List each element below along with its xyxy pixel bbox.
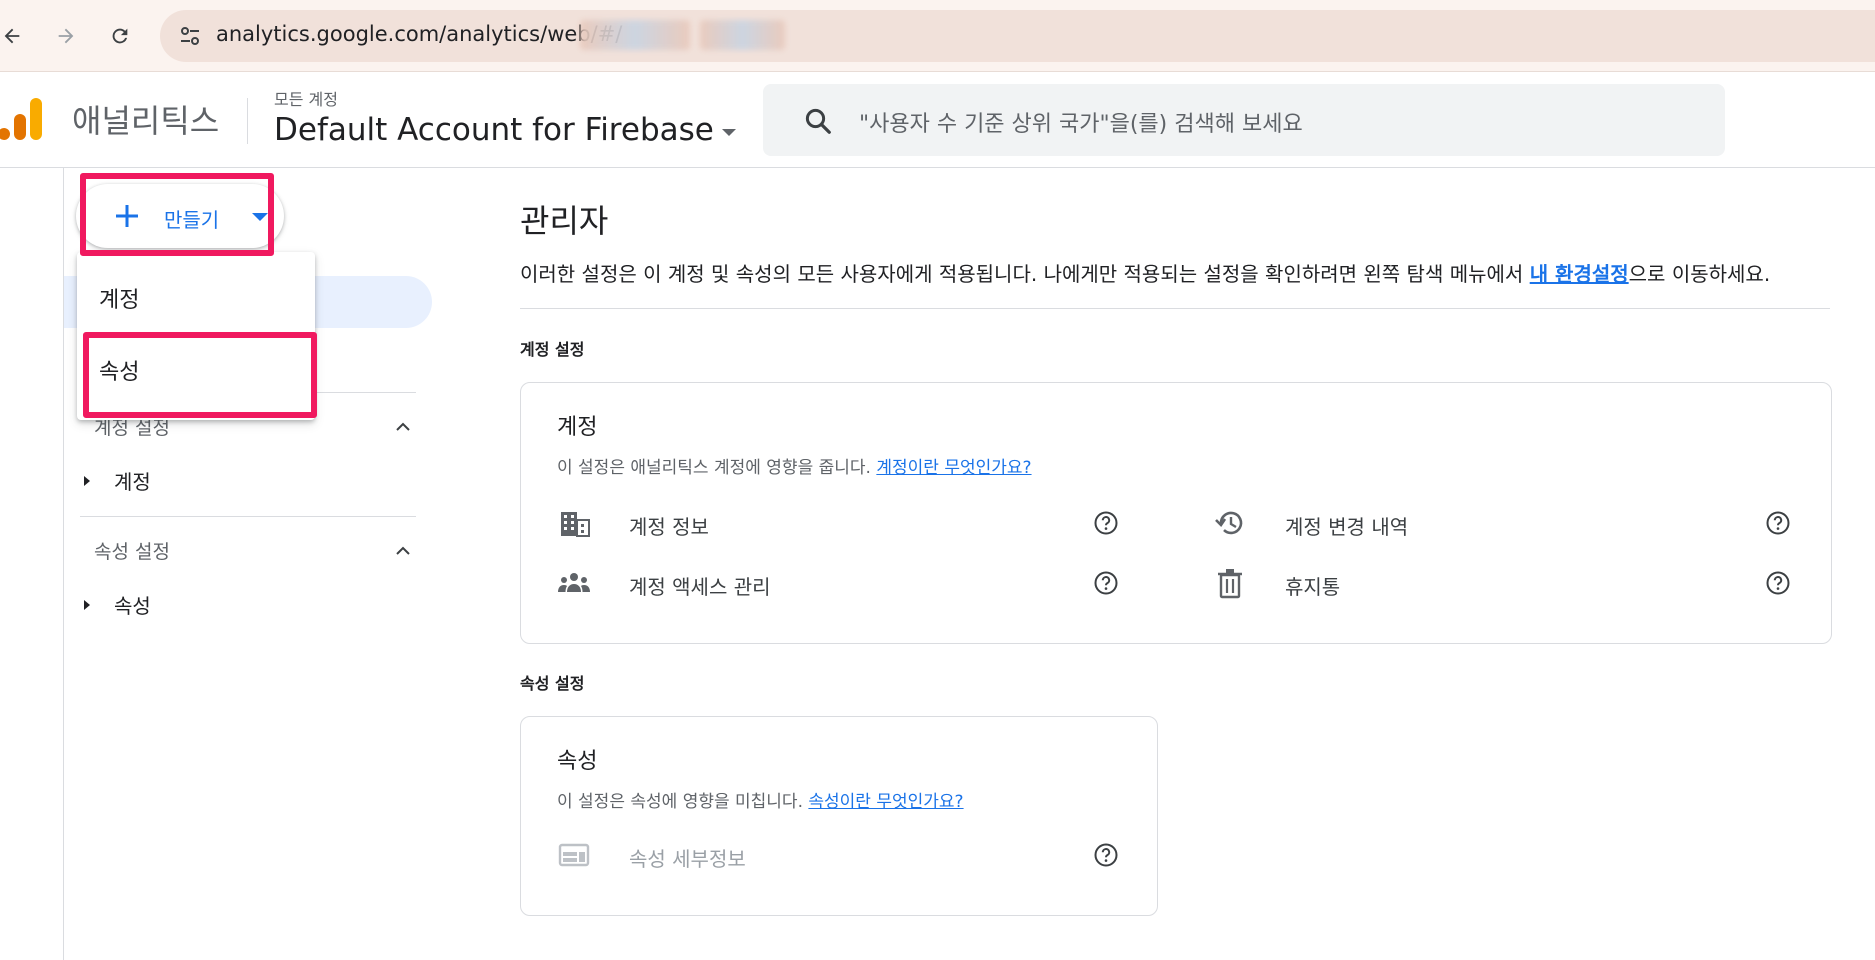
reload-icon [112,28,128,44]
analytics-logo-icon[interactable] [0,96,44,142]
chevron-up-icon[interactable] [394,418,412,436]
reload-button[interactable] [102,18,138,54]
highlight-box-create [80,173,274,256]
search-icon [805,108,831,134]
account-card-title: 계정 [557,415,598,440]
sidebar-item-label: 속성 [114,594,151,618]
search-placeholder[interactable]: "사용자 수 기준 상위 국가"을(를) 검색해 보세요 [859,106,1303,138]
browser-toolbar: analytics.google.com/analytics/web/#/ [0,0,1875,72]
property-details-row[interactable]: 속성 세부정보 [521,835,1159,875]
description-text: 으로 이동하세요. [1628,262,1771,286]
help-icon[interactable] [1093,842,1119,868]
account-caption: 모든 계정 [274,90,338,109]
expand-arrow-icon [84,475,90,486]
sidebar-item-label: 계정 [114,470,151,494]
url-text[interactable]: analytics.google.com/analytics/web/#/ [216,22,622,46]
expand-arrow-icon [84,599,90,610]
forward-button[interactable] [48,18,84,54]
page-description: 이러한 설정은 이 계정 및 속성의 모든 사용자에게 적용됩니다. 나에게만 … [520,258,1770,287]
help-icon[interactable] [1765,510,1791,536]
search-bar[interactable]: "사용자 수 기준 상위 국가"을(를) 검색해 보세요 [763,84,1725,156]
card-description-text: 이 설정은 애널리틱스 계정에 영향을 줍니다. [557,458,877,478]
web-card-icon [558,843,590,867]
my-preferences-link[interactable]: 내 환경설정 [1530,262,1629,286]
what-is-account-link[interactable]: 계정이란 무엇인가요? [876,458,1031,478]
account-card-description: 이 설정은 애널리틱스 계정에 영향을 줍니다. 계정이란 무엇인가요? [557,453,1032,478]
trash-label[interactable]: 휴지통 [1285,571,1340,600]
redacted-url-segment [580,20,690,50]
account-info-label[interactable]: 계정 정보 [629,511,709,540]
description-text: 이러한 설정은 이 계정 및 속성의 모든 사용자에게 적용됩니다. 나에게만 … [520,262,1530,286]
account-access-management-label[interactable]: 계정 액세스 관리 [629,571,771,600]
content-divider [520,308,1830,309]
account-selector[interactable]: Default Account for Firebase [274,112,736,148]
card-description-text: 이 설정은 속성에 영향을 미칩니다. [557,792,809,812]
menu-item-account[interactable]: 계정 [77,270,315,326]
account-settings-heading: 계정 설정 [520,340,585,359]
sidebar-section-property-settings[interactable]: 속성 설정 [94,537,170,564]
account-access-management-row[interactable]: 계정 액세스 관리 [521,563,1177,603]
sidebar-divider [80,516,416,517]
property-details-label[interactable]: 속성 세부정보 [629,843,746,872]
back-button[interactable] [0,18,30,54]
highlight-box-property [83,332,317,418]
left-nav-rail [0,168,64,960]
help-icon[interactable] [1765,570,1791,596]
account-card: 계정 이 설정은 애널리틱스 계정에 영향을 줍니다. 계정이란 무엇인가요? … [520,382,1832,644]
account-change-history-row[interactable]: 계정 변경 내역 [1177,503,1833,543]
what-is-property-link[interactable]: 속성이란 무엇인가요? [808,792,963,812]
account-name[interactable]: Default Account for Firebase [274,112,714,148]
building-icon [561,512,590,537]
sidebar-item-account[interactable]: 계정 [84,466,151,495]
property-card: 속성 이 설정은 속성에 영향을 미칩니다. 속성이란 무엇인가요? 속성 세부… [520,716,1158,916]
help-icon[interactable] [1093,570,1119,596]
page-title: 관리자 [520,202,609,240]
people-icon [558,573,590,592]
account-info-row[interactable]: 계정 정보 [521,503,1177,543]
sidebar-item-property[interactable]: 속성 [84,590,151,619]
arrow-left-icon [4,28,20,44]
property-card-description: 이 설정은 속성에 영향을 미칩니다. 속성이란 무엇인가요? [557,787,964,812]
property-settings-heading: 속성 설정 [520,674,585,693]
property-card-title: 속성 [557,749,598,774]
site-settings-icon[interactable] [178,24,202,48]
redacted-url-segment [700,20,785,50]
trash-icon [1218,569,1242,599]
arrow-right-icon [58,28,74,44]
header-divider [247,98,248,144]
account-change-history-label[interactable]: 계정 변경 내역 [1285,511,1408,540]
trash-row[interactable]: 휴지통 [1177,563,1833,603]
main-content: 관리자 이러한 설정은 이 계정 및 속성의 모든 사용자에게 적용됩니다. 나… [520,168,1835,960]
chevron-up-icon[interactable] [394,542,412,560]
help-icon[interactable] [1093,510,1119,536]
app-header: 애널리틱스 모든 계정 Default Account for Firebase… [0,72,1875,168]
caret-down-icon[interactable] [721,128,736,136]
app-name: 애널리틱스 [72,102,220,140]
history-icon [1215,511,1243,535]
